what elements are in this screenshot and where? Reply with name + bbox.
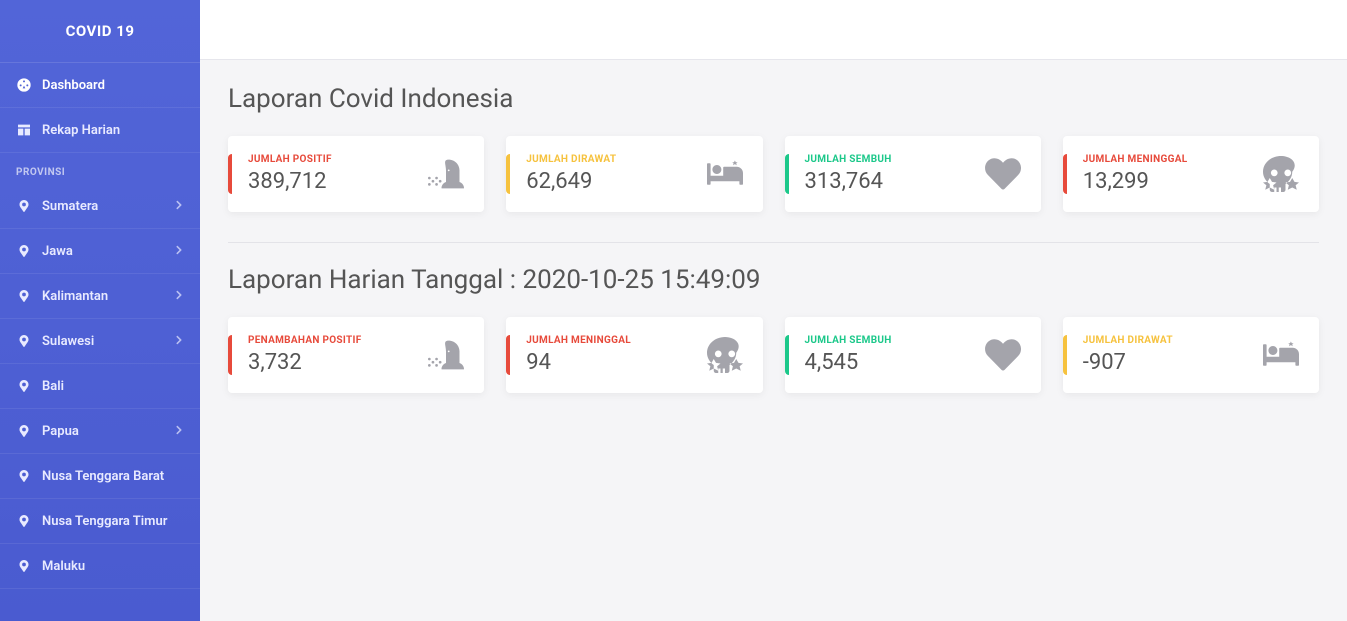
pin-icon [16,288,32,304]
chevron-right-icon [174,289,184,304]
card-label: JUMLAH SEMBUH [805,154,985,165]
provinsi-header: PROVINSI [0,153,200,184]
sidebar-item-provinsi[interactable]: Jawa [0,229,200,274]
sidebar-item-provinsi[interactable]: Kalimantan [0,274,200,319]
chevron-right-icon [174,334,184,349]
sidebar-item-provinsi[interactable]: Sulawesi [0,319,200,364]
app-title: COVID 19 [0,0,200,63]
card-label: PENAMBAHAN POSITIF [248,335,428,346]
card-stripe [1063,335,1067,375]
pin-icon [16,378,32,394]
sidebar-item-label: Papua [42,424,79,439]
card-label: JUMLAH SEMBUH [805,335,985,346]
divider [228,242,1319,243]
card-label: JUMLAH MENINGGAL [1083,154,1263,165]
sidebar-item-provinsi[interactable]: Nusa Tenggara Timur [0,499,200,544]
skull-icon [1263,156,1299,192]
bed-icon [1263,337,1299,373]
cards-daily: PENAMBAHAN POSITIF 3,732 JUMLAH MENINGGAL 9… [228,317,1319,393]
stat-card: JUMLAH POSITIF 389,712 [228,136,484,212]
sidebar-item-label: Jawa [42,244,73,259]
chevron-right-icon [174,424,184,439]
sidebar-item-provinsi[interactable]: Maluku [0,544,200,589]
card-value: -907 [1083,350,1263,375]
nav-label: Rekap Harian [42,123,120,138]
section-title-daily: Laporan Harian Tanggal : 2020-10-25 15:4… [228,265,1319,295]
heart-icon [985,156,1021,192]
card-label: JUMLAH POSITIF [248,154,428,165]
skull-icon [707,337,743,373]
sidebar-item-provinsi[interactable]: Sumatera [0,184,200,229]
cough-icon [428,337,464,373]
pin-icon [16,198,32,214]
pin-icon [16,423,32,439]
pin-icon [16,333,32,349]
card-stripe [1063,154,1067,194]
stat-card: JUMLAH DIRAWAT 62,649 [506,136,762,212]
sidebar-item-provinsi[interactable]: Nusa Tenggara Barat [0,454,200,499]
stat-card: JUMLAH SEMBUH 313,764 [785,136,1041,212]
card-value: 94 [526,350,706,375]
chevron-right-icon [174,244,184,259]
pin-icon [16,243,32,259]
nav-label: Dashboard [42,78,105,93]
cards-total: JUMLAH POSITIF 389,712 JUMLAH DIRAWAT 62,64… [228,136,1319,212]
card-label: JUMLAH MENINGGAL [526,335,706,346]
sidebar-item-label: Nusa Tenggara Barat [42,469,164,484]
card-stripe [785,335,789,375]
sidebar-item-label: Nusa Tenggara Timur [42,514,167,529]
card-value: 13,299 [1083,169,1263,194]
card-label: JUMLAH DIRAWAT [1083,335,1263,346]
pin-icon [16,558,32,574]
stat-card: JUMLAH SEMBUH 4,545 [785,317,1041,393]
chevron-right-icon [174,199,184,214]
sidebar-item-label: Maluku [42,559,85,574]
stat-card: JUMLAH MENINGGAL 13,299 [1063,136,1319,212]
stat-card: JUMLAH MENINGGAL 94 [506,317,762,393]
nav-rekap-harian[interactable]: Rekap Harian [0,108,200,153]
table-icon [16,122,32,138]
sidebar-item-provinsi[interactable]: Bali [0,364,200,409]
card-label: JUMLAH DIRAWAT [526,154,706,165]
card-stripe [228,335,232,375]
main: Laporan Covid Indonesia JUMLAH POSITIF 38… [200,0,1347,621]
nav-dashboard[interactable]: Dashboard [0,63,200,108]
section-title-total: Laporan Covid Indonesia [228,84,1319,114]
card-stripe [785,154,789,194]
card-stripe [506,154,510,194]
stat-card: PENAMBAHAN POSITIF 3,732 [228,317,484,393]
topbar [200,0,1347,60]
card-stripe [228,154,232,194]
sidebar-item-label: Sulawesi [42,334,94,349]
sidebar-item-label: Kalimantan [42,289,108,304]
card-value: 3,732 [248,350,428,375]
dashboard-icon [16,77,32,93]
stat-card: JUMLAH DIRAWAT -907 [1063,317,1319,393]
sidebar-item-provinsi[interactable]: Papua [0,409,200,454]
bed-icon [707,156,743,192]
card-value: 313,764 [805,169,985,194]
card-value: 389,712 [248,169,428,194]
sidebar-item-label: Sumatera [42,199,98,214]
heart-icon [985,337,1021,373]
cough-icon [428,156,464,192]
sidebar-item-label: Bali [42,379,64,394]
pin-icon [16,468,32,484]
card-stripe [506,335,510,375]
pin-icon [16,513,32,529]
sidebar: COVID 19 Dashboard Rekap Harian PROVINSI… [0,0,200,621]
card-value: 4,545 [805,350,985,375]
card-value: 62,649 [526,169,706,194]
